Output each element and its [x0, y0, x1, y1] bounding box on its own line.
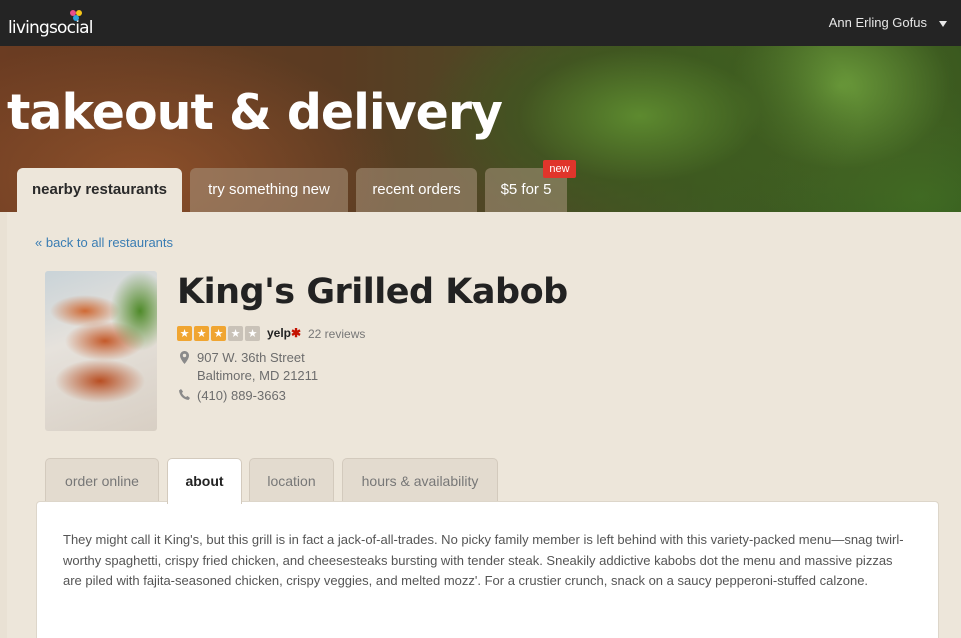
tab-about[interactable]: about — [167, 458, 242, 504]
yelp-logo: yelp✱ — [267, 326, 301, 340]
tab-label: $5 for 5 — [500, 181, 552, 198]
address-line-1: 907 W. 36th Street — [197, 350, 305, 365]
map-pin-icon — [180, 351, 189, 364]
address-line-2: Baltimore, MD 21211 — [197, 368, 319, 383]
restaurant-photo — [45, 271, 157, 431]
tab-label: location — [267, 473, 316, 489]
tab-nearby-restaurants[interactable]: nearby restaurants — [17, 168, 182, 212]
tab-label: try something new — [208, 181, 330, 198]
yelp-burst-icon: ✱ — [291, 326, 302, 340]
tab-label: about — [185, 473, 224, 489]
user-menu[interactable]: Ann Erling Gofus — [829, 15, 947, 30]
tab-label: order online — [65, 473, 139, 489]
top-bar: livingsocial Ann Erling Gofus — [0, 0, 961, 46]
logo-text: livingsocial — [8, 18, 93, 38]
tab-try-something-new[interactable]: try something new — [190, 168, 348, 212]
logo-dot-icon — [73, 15, 79, 21]
tab-hours-availability[interactable]: hours & availability — [342, 458, 498, 502]
phone-icon — [179, 389, 190, 400]
page-title: takeout & delivery — [7, 84, 503, 141]
star-icon: ★ — [211, 326, 226, 341]
star-icon: ★ — [194, 326, 209, 341]
yelp-text: yelp — [267, 326, 292, 340]
star-icon: ★ — [245, 326, 260, 341]
about-description: They might call it King's, but this gril… — [63, 532, 904, 588]
back-to-all-restaurants-link[interactable]: « back to all restaurants — [35, 235, 173, 250]
tab-order-online[interactable]: order online — [45, 458, 159, 502]
star-icon: ★ — [177, 326, 192, 341]
restaurant-name: King's Grilled Kabob — [177, 272, 568, 312]
user-name: Ann Erling Gofus — [828, 15, 927, 30]
tab-label: hours & availability — [361, 473, 479, 489]
tab-recent-orders[interactable]: recent orders — [356, 168, 477, 212]
star-icon: ★ — [228, 326, 243, 341]
review-count[interactable]: 22 reviews — [308, 327, 365, 341]
tab-label: nearby restaurants — [31, 181, 168, 198]
new-badge: new — [543, 160, 576, 178]
caret-down-icon — [939, 20, 947, 27]
tab-label: recent orders — [372, 181, 461, 198]
phone-number[interactable]: (410) 889-3663 — [197, 388, 286, 403]
tab-location[interactable]: location — [249, 458, 334, 502]
